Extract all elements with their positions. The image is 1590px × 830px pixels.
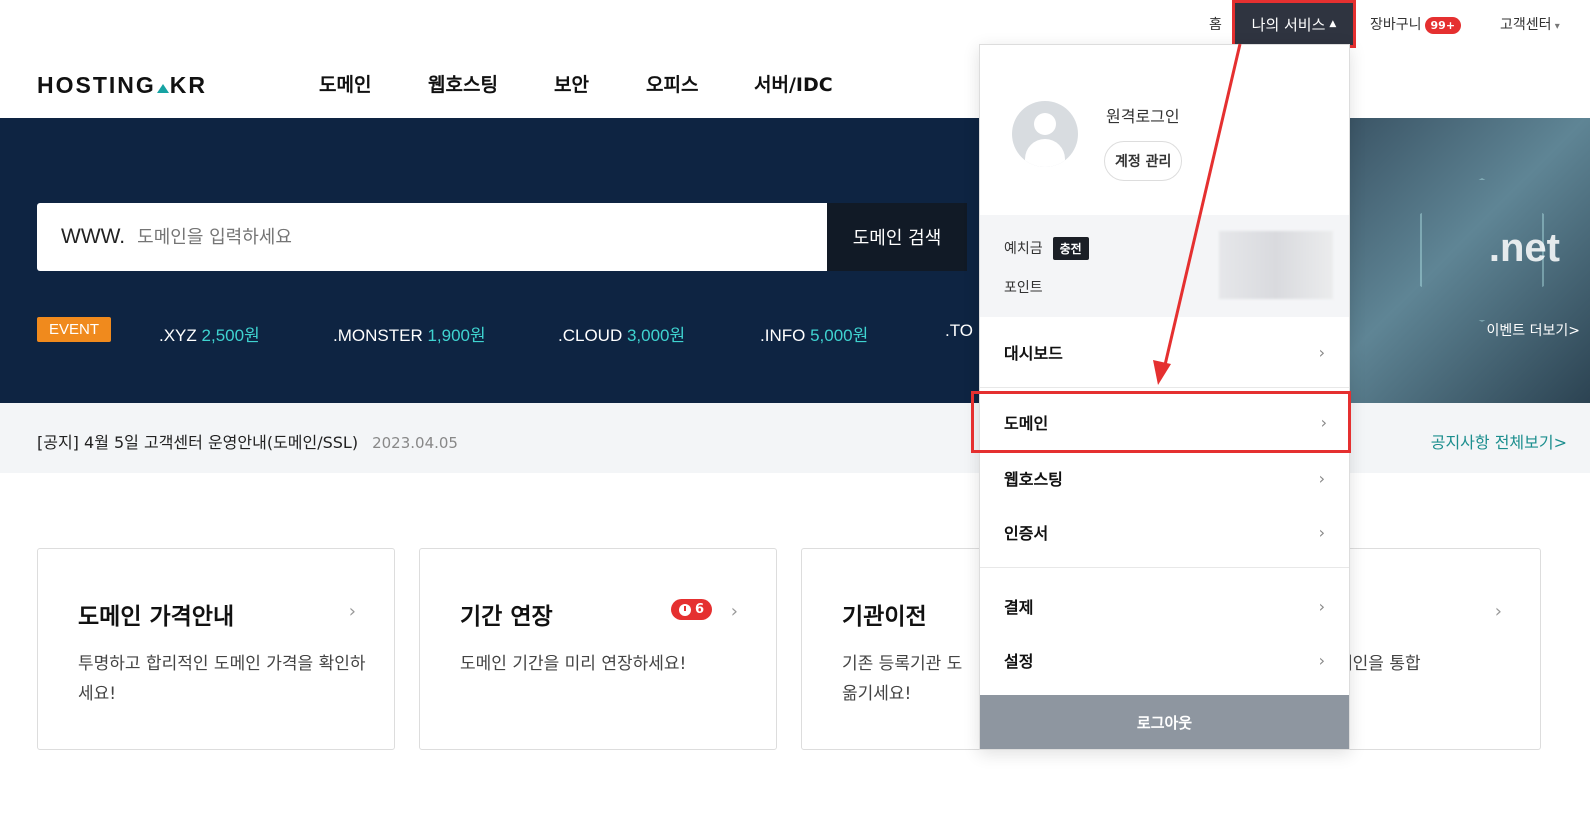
nav-server-idc[interactable]: 서버/IDC <box>754 70 833 97</box>
my-services-label: 나의 서비스 <box>1251 15 1326 34</box>
chevron-right-icon: › <box>1318 650 1325 670</box>
logo-text-left: HOSTING <box>37 72 156 98</box>
card-desc: 메인을 통합 <box>1337 654 1421 674</box>
logo-triangle-icon <box>156 84 169 93</box>
menu-settings[interactable]: 설정 › <box>980 633 1349 687</box>
chevron-right-icon: › <box>1318 596 1325 616</box>
card-domain-price[interactable]: 도메인 가격안내 투명하고 합리적인 도메인 가격을 확인하세요! › <box>37 548 395 750</box>
my-services-dropdown: 원격로그인 계정 관리 예치금 충전 포인트 대시보드 › 도메인 › 웹호스팅 › 인… <box>971 44 1351 750</box>
divider <box>980 567 1349 568</box>
nav-security[interactable]: 보안 <box>554 70 589 97</box>
notice-bar: [공지] 4월 5일 고객센터 운영안내(도메인/SSL) 2023.04.05 … <box>0 403 1590 473</box>
customer-center-link[interactable]: 고객센터 ▾ <box>1500 14 1560 34</box>
renewal-count-badge: 6 <box>670 599 712 620</box>
account-manage-button[interactable]: 계정 관리 <box>1104 141 1183 181</box>
event-price: 3,000원 <box>626 326 686 345</box>
event-item[interactable]: .XYZ 2,500원 <box>159 321 260 346</box>
notice-title: [공지] 4월 5일 고객센터 운영안내(도메인/SSL) <box>37 433 359 452</box>
hero-net-text: .net <box>1488 226 1560 270</box>
event-tld: .TO <box>945 321 974 340</box>
card-desc: 기존 등록기관 도 옮기세요! <box>842 654 963 704</box>
menu-certificate[interactable]: 인증서 › <box>980 505 1349 559</box>
menu-dashboard[interactable]: 대시보드 › <box>980 325 1349 379</box>
card-desc: 도메인 기간을 미리 연장하세요! <box>460 654 687 674</box>
notice-date: 2023.04.05 <box>372 434 458 452</box>
chevron-down-icon: ▾ <box>1551 21 1560 32</box>
chevron-right-icon: › <box>348 601 356 622</box>
deposit-label: 예치금 <box>1004 241 1043 257</box>
event-more-link[interactable]: 이벤트 더보기> <box>1487 320 1580 340</box>
avatar <box>1012 101 1078 167</box>
domain-search-button[interactable]: 도메인 검색 <box>827 203 967 271</box>
chevron-right-icon: › <box>1318 468 1325 488</box>
charge-button[interactable]: 충전 <box>1052 237 1089 260</box>
logout-button[interactable]: 로그아웃 <box>980 695 1349 749</box>
logo-text-right: KR <box>169 72 208 98</box>
event-price: 5,000원 <box>810 326 869 345</box>
renewal-count: 6 <box>694 602 704 617</box>
divider <box>980 387 1349 388</box>
event-tld: .CLOUD <box>558 326 623 345</box>
event-item[interactable]: .MONSTER 1,900원 <box>333 321 486 346</box>
chevron-right-icon: › <box>730 601 738 622</box>
remote-login-label: 원격로그인 <box>1106 107 1180 126</box>
event-tld: .MONSTER <box>333 326 423 345</box>
customer-center-label: 고객센터 <box>1500 17 1552 33</box>
www-prefix: WWW. <box>61 225 126 248</box>
caret-up-icon: ▲ <box>1329 19 1337 29</box>
balance-section: 예치금 충전 포인트 <box>980 215 1349 317</box>
nav-office[interactable]: 오피스 <box>646 70 698 97</box>
nav-webhosting[interactable]: 웹호스팅 <box>428 70 498 97</box>
points-label: 포인트 <box>1004 280 1043 296</box>
menu-label: 도메인 <box>1004 414 1049 433</box>
card-title: 도메인 가격안내 <box>78 604 235 630</box>
clock-icon <box>678 603 691 616</box>
menu-webhosting[interactable]: 웹호스팅 › <box>980 451 1349 505</box>
notice-view-all-link[interactable]: 공지사항 전체보기> <box>1431 429 1567 453</box>
menu-label: 설정 <box>1004 652 1034 671</box>
card-renewal[interactable]: 기간 연장 6 도메인 기간을 미리 연장하세요! › <box>419 548 777 750</box>
chevron-right-icon: › <box>1320 412 1327 432</box>
event-item[interactable]: .INFO 5,000원 <box>760 321 868 346</box>
hero-banner: .net 이벤트 더보기> WWW. 도메인 검색 EVENT .XYZ 2,5… <box>0 118 1590 403</box>
cart-count-badge: 99+ <box>1424 17 1462 34</box>
nav-domain[interactable]: 도메인 <box>319 70 371 97</box>
event-item[interactable]: .TO <box>945 321 973 341</box>
hero-event-image[interactable]: .net 이벤트 더보기> <box>1350 118 1590 403</box>
menu-label: 대시보드 <box>1004 344 1063 363</box>
cart-link[interactable]: 장바구니 99+ <box>1370 14 1462 34</box>
domain-search-input[interactable] <box>137 226 738 248</box>
menu-label: 웹호스팅 <box>1004 470 1063 489</box>
site-logo[interactable]: HOSTING KR <box>37 72 207 99</box>
cart-label: 장바구니 <box>1370 17 1422 33</box>
blurred-balance-values <box>1219 231 1333 299</box>
event-tld: .XYZ <box>159 326 197 345</box>
event-badge: EVENT <box>37 317 112 342</box>
menu-domain[interactable]: 도메인 › <box>971 391 1351 453</box>
event-price: 1,900원 <box>427 326 486 345</box>
chevron-right-icon: › <box>1494 601 1502 622</box>
util-home-link[interactable]: 홈 <box>1209 14 1222 34</box>
event-tld: .INFO <box>760 326 806 345</box>
event-price: 2,500원 <box>201 326 260 345</box>
profile-section: 원격로그인 계정 관리 <box>980 45 1349 215</box>
card-desc: 투명하고 합리적인 도메인 가격을 확인하세요! <box>78 654 366 704</box>
chevron-right-icon: › <box>1318 522 1325 542</box>
menu-payment[interactable]: 결제 › <box>980 579 1349 633</box>
my-services-button[interactable]: 나의 서비스 ▲ <box>1232 0 1356 48</box>
card-title: 기관이전 <box>842 604 927 630</box>
chevron-right-icon: › <box>1318 342 1325 362</box>
card-title: 기간 연장 <box>460 604 553 630</box>
menu-label: 인증서 <box>1004 524 1049 543</box>
deposit-row: 예치금 충전 <box>1004 237 1089 260</box>
notice-link[interactable]: [공지] 4월 5일 고객센터 운영안내(도메인/SSL) 2023.04.05 <box>37 429 458 453</box>
event-item[interactable]: .CLOUD 3,000원 <box>558 321 685 346</box>
domain-search-box: WWW. <box>37 203 827 271</box>
menu-label: 결제 <box>1004 598 1034 617</box>
